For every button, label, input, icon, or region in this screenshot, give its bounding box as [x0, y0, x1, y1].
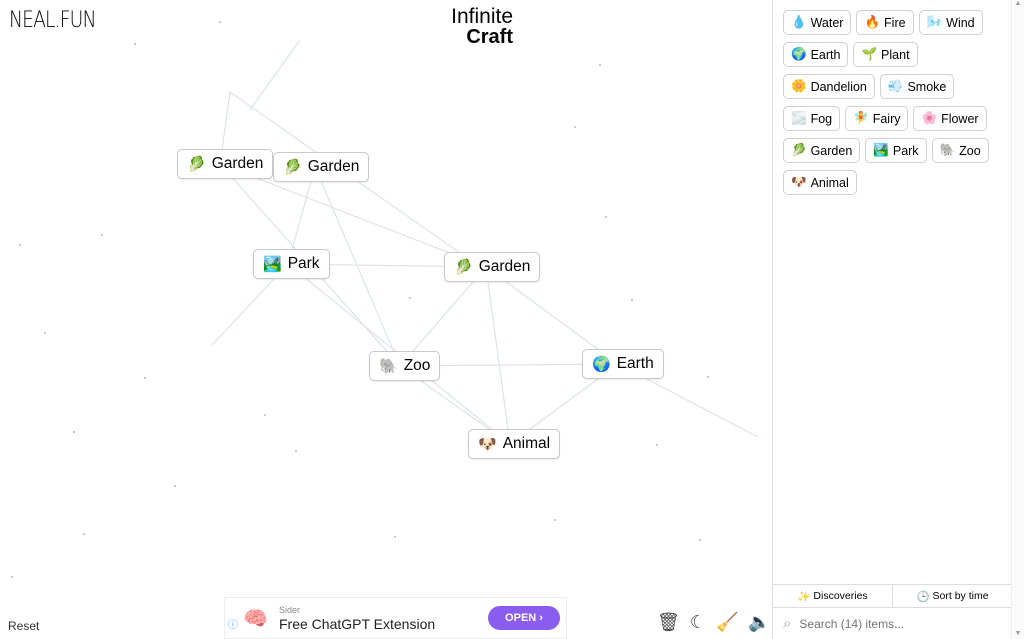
sort-by-time-button[interactable]: 🕒 Sort by time: [892, 585, 1012, 607]
elephant-icon: 🐘: [379, 358, 398, 375]
sidebar-item-fire[interactable]: 🔥 Fire: [856, 10, 914, 35]
park-icon: 🏞️: [873, 143, 889, 157]
clock-icon: 🕒: [916, 590, 930, 603]
search-input[interactable]: [799, 616, 990, 631]
trash-icon[interactable]: 🗑: [657, 612, 680, 633]
garden-icon: 🥬: [454, 259, 473, 276]
sidebar-item-plant[interactable]: 🌱 Plant: [853, 42, 918, 67]
sidebar-item-wind[interactable]: 🌬️ Wind: [918, 10, 983, 35]
sidebar-item-earth[interactable]: 🌍 Earth: [783, 42, 849, 67]
dandelion-icon: 🌼: [791, 79, 807, 93]
sider-brain-icon: 🧠: [243, 608, 268, 630]
sparkle-icon: ✨: [797, 590, 811, 603]
sidebar-item-smoke[interactable]: 💨 Smoke: [879, 74, 955, 99]
moon-icon[interactable]: ☾: [690, 612, 706, 633]
zoo-icon: 🐘: [939, 143, 956, 157]
earth-icon: 🌍: [592, 356, 611, 373]
ad-sponsor: Sider: [279, 605, 301, 615]
sidebar-item-fairy[interactable]: 🧚 Fairy: [845, 106, 909, 131]
ad-banner[interactable]: ⓘ 🧠 Sider Free ChatGPT Extension OPEN ›: [224, 597, 567, 639]
sidebar-item-zoo[interactable]: 🐘 Zoo: [931, 138, 989, 163]
sidebar-item-water[interactable]: 💧 Water: [783, 10, 852, 35]
garden-icon: 🥬: [283, 159, 302, 176]
canvas-node-animal[interactable]: 🐶 Animal: [468, 429, 561, 459]
dog-icon: 🐶: [478, 436, 497, 453]
search-icon: ⌕: [783, 615, 792, 632]
canvas-node-park[interactable]: 🏞️ Park: [253, 249, 330, 279]
scrollbar[interactable]: ▲ ▼: [1011, 0, 1024, 639]
broom-icon[interactable]: 🧹: [716, 612, 738, 633]
sidebar: 💧 Water 🔥 Fire 🌬️ Wind 🌍 Earth 🌱 Plant 🌼 Dandelion 💨…: [772, 0, 1012, 639]
ad-open-button[interactable]: OPEN ›: [488, 606, 560, 630]
sidebar-item-fog[interactable]: 🌫️ Fog: [783, 106, 841, 131]
reset-button[interactable]: Reset: [8, 619, 39, 633]
sidebar-item-park[interactable]: 🏞️ Park: [865, 138, 927, 163]
garden-icon: 🥬: [791, 143, 807, 157]
item-list: 💧 Water 🔥 Fire 🌬️ Wind 🌍 Earth 🌱 Plant 🌼 Dandelion 💨…: [773, 0, 1002, 195]
wind-icon: 🌬️: [926, 15, 943, 29]
fog-icon: 🌫️: [791, 111, 807, 125]
canvas-node-zoo[interactable]: 🐘 Zoo: [369, 351, 441, 381]
toolbar: 🗑 ☾ 🧹 🔈: [657, 612, 771, 633]
ad-headline[interactable]: Free ChatGPT Extension: [279, 616, 435, 632]
app-title: Infinite Craft: [451, 5, 513, 48]
canvas-node-garden[interactable]: 🥬 Garden: [177, 149, 274, 179]
fire-icon: 🔥: [864, 15, 881, 29]
canvas-node-earth[interactable]: 🌍 Earth: [582, 349, 664, 379]
ad-info-icon[interactable]: ⓘ: [228, 616, 238, 631]
discoveries-button[interactable]: ✨ Discoveries: [773, 585, 892, 607]
plant-icon: 🌱: [861, 47, 878, 61]
sidebar-item-animal[interactable]: 🐶 Animal: [783, 170, 857, 195]
garden-icon: 🥬: [187, 156, 206, 173]
fairy-icon: 🧚: [853, 111, 869, 125]
search-bar: ⌕: [773, 608, 1012, 639]
sidebar-item-dandelion[interactable]: 🌼 Dandelion: [783, 74, 875, 99]
crafting-canvas[interactable]: NEAL.FUN Infinite Craft 🥬 Garden 🥬 Garden 🏞…: [0, 0, 772, 639]
neal-fun-logo[interactable]: NEAL.FUN: [9, 8, 96, 33]
smoke-icon: 💨: [887, 79, 904, 93]
flower-icon: 🌸: [921, 111, 938, 125]
water-icon: 💧: [791, 15, 807, 29]
canvas-node-garden[interactable]: 🥬 Garden: [444, 252, 541, 282]
park-icon: 🏞️: [263, 256, 282, 273]
animal-icon: 🐶: [791, 175, 807, 189]
sidebar-item-garden[interactable]: 🥬 Garden: [783, 138, 861, 163]
speaker-icon[interactable]: 🔈: [748, 612, 770, 633]
connection-lines: [11, 21, 759, 578]
sidebar-controls: ✨ Discoveries 🕒 Sort by time: [773, 584, 1012, 608]
earth-icon: 🌍: [791, 47, 807, 61]
sidebar-item-flower[interactable]: 🌸 Flower: [913, 106, 987, 131]
canvas-node-garden[interactable]: 🥬 Garden: [273, 152, 370, 182]
